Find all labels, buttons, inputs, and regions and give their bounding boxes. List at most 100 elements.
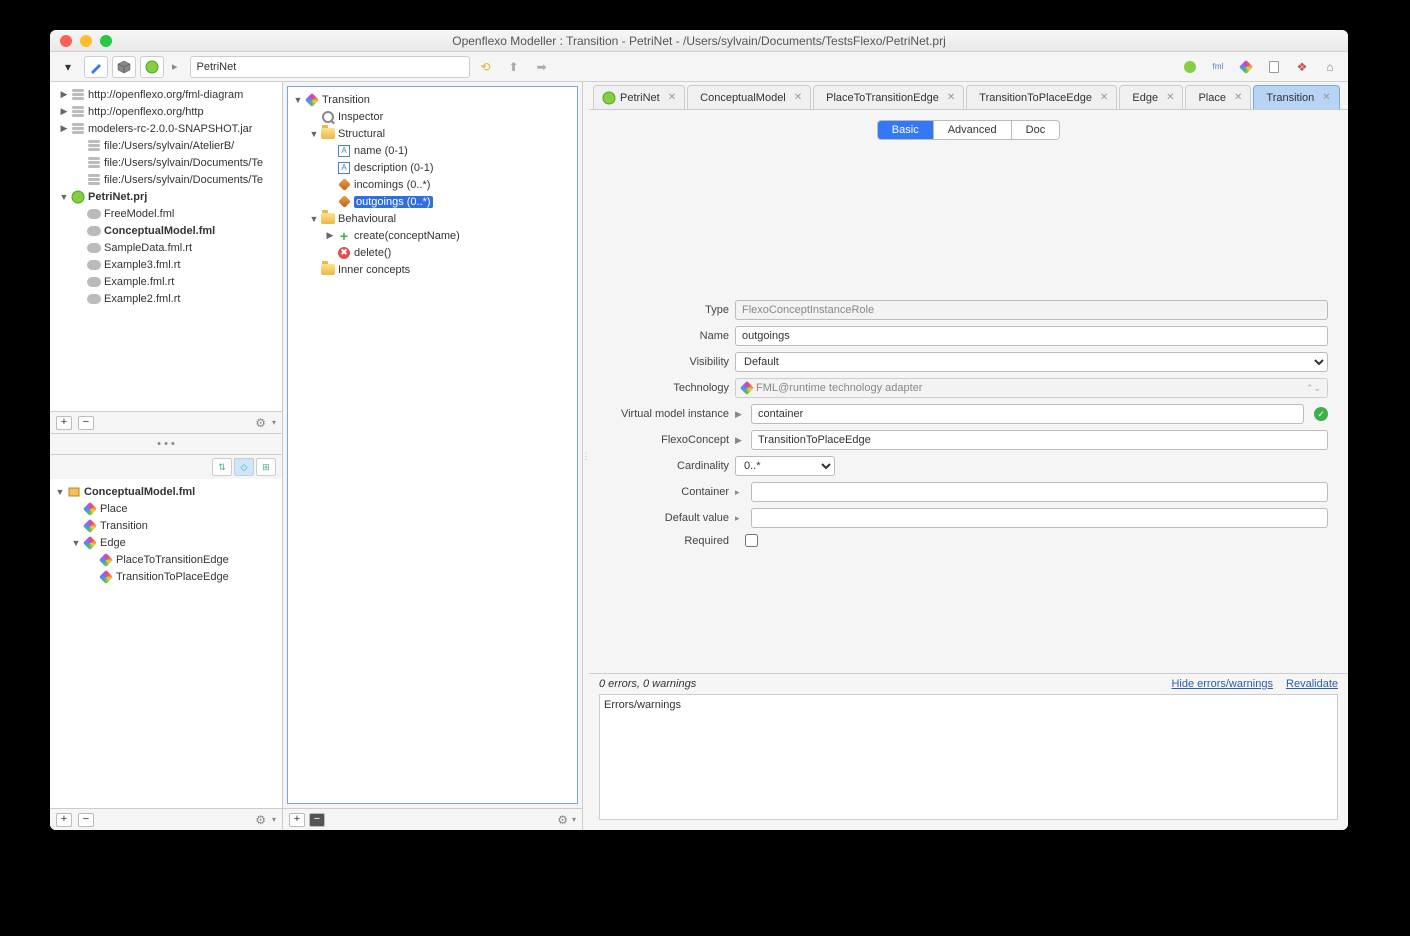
tree-item[interactable]: ▶http://openflexo.org/http	[54, 103, 282, 120]
project-tool-button[interactable]	[140, 56, 164, 78]
palette-icon[interactable]	[1234, 56, 1258, 78]
expand-icon[interactable]: ▸	[735, 487, 745, 498]
edit-tool-button[interactable]	[84, 56, 108, 78]
nav-back-button[interactable]: ⟲	[474, 56, 498, 78]
visibility-select[interactable]: Default	[735, 352, 1328, 372]
name-field[interactable]	[735, 326, 1328, 346]
tree-item[interactable]: ▼PetriNet.prj	[54, 188, 282, 205]
valid-icon: ✓	[1314, 407, 1328, 421]
tab-transitiontoplaceedge[interactable]: TransitionToPlaceEdge✕	[966, 85, 1117, 109]
doc-tab-button[interactable]: Doc	[1012, 121, 1060, 139]
technology-field[interactable]: FML@runtime technology adapter ⌃⌄	[735, 378, 1328, 398]
tab-place[interactable]: Place✕	[1185, 85, 1251, 109]
required-checkbox[interactable]	[745, 534, 758, 547]
add-button[interactable]: +	[56, 416, 72, 430]
tree-item[interactable]: Inspector	[288, 108, 577, 125]
tree-item[interactable]: ▼Behavioural	[288, 210, 577, 227]
fml-icon[interactable]: fml	[1206, 56, 1230, 78]
tree-item[interactable]: ▼Transition	[288, 91, 577, 108]
tree-item[interactable]: Example3.fml.rt	[54, 256, 282, 273]
tree-item[interactable]: Place	[50, 500, 282, 517]
tree-item[interactable]: Example2.fml.rt	[54, 290, 282, 307]
tree-item[interactable]: file:/Users/sylvain/Documents/Te	[54, 171, 282, 188]
error-list[interactable]: Errors/warnings	[599, 694, 1338, 820]
structure-toolbar: + − ⚙▾	[283, 808, 582, 830]
advanced-tab-button[interactable]: Advanced	[934, 121, 1012, 139]
tree-item[interactable]: PlaceToTransitionEdge	[50, 551, 282, 568]
outline-remove-button[interactable]: −	[78, 813, 94, 827]
main-toolbar: ▾ ▸ PetriNet ⟲ ⬆ ➡ fml ❖ ⌂	[50, 52, 1348, 82]
concept-structure-tree[interactable]: ▼TransitionInspector▼StructuralAname (0-…	[287, 86, 578, 804]
view-mode-2-button[interactable]: ◇	[234, 458, 254, 476]
cube-tool-button[interactable]	[112, 56, 136, 78]
tab-placetotransitionedge[interactable]: PlaceToTransitionEdge✕	[813, 85, 964, 109]
tree-item[interactable]: ▼Structural	[288, 125, 577, 142]
technology-label: Technology	[599, 382, 729, 394]
tree-item[interactable]: ▼Edge	[50, 534, 282, 551]
home-icon[interactable]: ⌂	[1318, 56, 1342, 78]
cardinality-select[interactable]: 0..*	[735, 456, 835, 476]
tree-item[interactable]: ✖delete()	[288, 244, 577, 261]
tab-conceptualmodel[interactable]: ConceptualModel✕	[687, 85, 811, 109]
tab-edge[interactable]: Edge✕	[1119, 85, 1183, 109]
tree-item[interactable]: outgoings (0..*)	[288, 193, 577, 210]
tree-item[interactable]: TransitionToPlaceEdge	[50, 568, 282, 585]
tree-item[interactable]: incomings (0..*)	[288, 176, 577, 193]
tab-transition[interactable]: Transition✕	[1253, 85, 1339, 109]
outline-add-button[interactable]: +	[56, 813, 72, 827]
close-tab-icon[interactable]: ✕	[668, 92, 676, 103]
tree-item[interactable]: file:/Users/sylvain/AtelierB/	[54, 137, 282, 154]
tree-item[interactable]: Transition	[50, 517, 282, 534]
expand-icon[interactable]: ▶	[735, 435, 745, 446]
tree-item[interactable]: Adescription (0-1)	[288, 159, 577, 176]
concept-field[interactable]	[751, 430, 1328, 450]
close-tab-icon[interactable]: ✕	[1234, 92, 1242, 103]
basic-tab-button[interactable]: Basic	[878, 121, 934, 139]
gear-icon[interactable]: ⚙	[255, 416, 266, 430]
tree-item[interactable]: ▶modelers-rc-2.0.0-SNAPSHOT.jar	[54, 120, 282, 137]
stack-icon[interactable]: ❖	[1290, 56, 1314, 78]
project-browser[interactable]: ▶http://openflexo.org/fml-diagram▶http:/…	[50, 82, 282, 411]
vmi-field[interactable]	[751, 404, 1304, 424]
container-field[interactable]	[751, 482, 1328, 502]
nav-dropdown-icon[interactable]: ▾	[56, 56, 80, 78]
tree-item[interactable]: ▼ConceptualModel.fml	[50, 483, 282, 500]
default-field[interactable]	[751, 508, 1328, 528]
view-mode-3-button[interactable]: ⊞	[256, 458, 276, 476]
tree-item[interactable]: FreeModel.fml	[54, 205, 282, 222]
search-input[interactable]: PetriNet	[190, 56, 470, 78]
nav-up-button[interactable]: ⬆	[502, 56, 526, 78]
structure-remove-button[interactable]: −	[309, 813, 325, 827]
nav-forward-button[interactable]: ➡	[530, 56, 554, 78]
structure-add-button[interactable]: +	[289, 813, 305, 827]
hide-errors-link[interactable]: Hide errors/warnings	[1171, 678, 1272, 690]
property-form: Type Name Visibility Default Technology …	[589, 290, 1348, 557]
expand-icon[interactable]: ▸	[735, 513, 745, 524]
expand-icon[interactable]: ▶	[735, 409, 745, 420]
titlebar: Openflexo Modeller : Transition - PetriN…	[50, 30, 1348, 52]
concept-outline[interactable]: ▼ConceptualModel.fmlPlaceTransition▼Edge…	[50, 479, 282, 808]
project-icon[interactable]	[1178, 56, 1202, 78]
tree-item[interactable]: Inner concepts	[288, 261, 577, 278]
tab-petrinet[interactable]: PetriNet✕	[593, 85, 685, 109]
close-tab-icon[interactable]: ✕	[1322, 92, 1330, 103]
view-mode-1-button[interactable]: ⇅	[212, 458, 232, 476]
tree-item[interactable]: ConceptualModel.fml	[54, 222, 282, 239]
tree-item[interactable]: ▶+create(conceptName)	[288, 227, 577, 244]
gear-icon[interactable]: ⚙	[255, 813, 266, 827]
tree-item[interactable]: Example.fml.rt	[54, 273, 282, 290]
close-tab-icon[interactable]: ✕	[794, 92, 802, 103]
tree-item[interactable]: file:/Users/sylvain/Documents/Te	[54, 154, 282, 171]
tree-item[interactable]: Aname (0-1)	[288, 142, 577, 159]
tree-item[interactable]: ▶http://openflexo.org/fml-diagram	[54, 86, 282, 103]
structure-panel: ▼TransitionInspector▼StructuralAname (0-…	[283, 82, 583, 830]
gear-icon[interactable]: ⚙	[557, 813, 568, 827]
window-icon[interactable]	[1262, 56, 1286, 78]
panel-drag-handle[interactable]: • • •	[50, 433, 282, 455]
tree-item[interactable]: SampleData.fml.rt	[54, 239, 282, 256]
close-tab-icon[interactable]: ✕	[1166, 92, 1174, 103]
close-tab-icon[interactable]: ✕	[1100, 92, 1108, 103]
revalidate-link[interactable]: Revalidate	[1286, 678, 1338, 690]
remove-button[interactable]: −	[78, 416, 94, 430]
close-tab-icon[interactable]: ✕	[947, 92, 955, 103]
